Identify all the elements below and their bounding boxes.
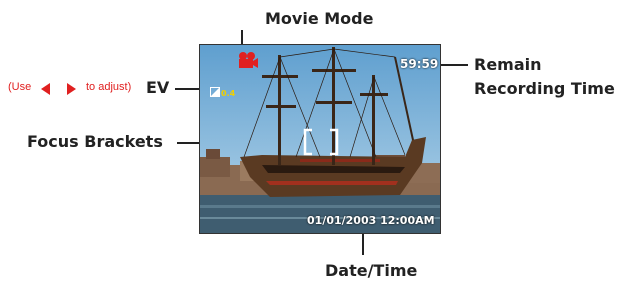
ev-icon	[210, 87, 220, 97]
movie-mode-label: Movie Mode	[265, 9, 374, 28]
ev-leader	[175, 88, 201, 90]
movie-camera-icon	[239, 52, 258, 68]
remain-label-line2: Recording Time	[474, 79, 615, 98]
focus-brackets-label: Focus Brackets	[27, 132, 163, 151]
remaining-time: 59:59	[400, 57, 439, 71]
timestamp: 01/01/2003 12:00AM	[307, 214, 435, 227]
ev-note-prefix: (Use	[8, 81, 32, 93]
date-time-leader	[362, 231, 364, 255]
ev-label: EV	[146, 78, 170, 97]
left-arrow-icon	[41, 83, 50, 95]
remain-label-line1: Remain	[474, 55, 542, 74]
focus-brackets-icon	[303, 128, 339, 156]
date-time-label: Date/Time	[325, 261, 418, 280]
right-arrow-icon	[67, 83, 76, 95]
lcd-screen: 59:59 0.4 01/01/2003 12:00AM	[199, 44, 441, 234]
ev-note-suffix: to adjust)	[86, 81, 132, 93]
ev-value: 0.4	[221, 89, 236, 98]
remain-leader	[437, 64, 468, 66]
